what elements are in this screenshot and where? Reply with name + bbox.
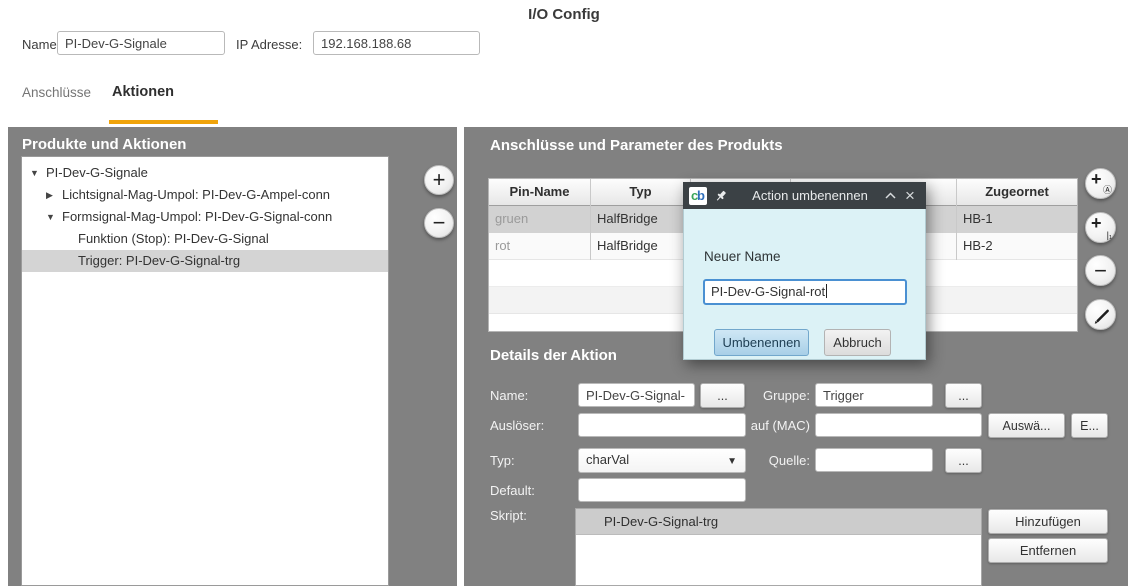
add-all-pins-button[interactable]: +Ⓐ	[1085, 168, 1116, 199]
default-label: Default:	[490, 483, 535, 498]
tree-item-product[interactable]: PI-Dev-G-Signale	[22, 162, 388, 184]
auf-mac-input[interactable]	[815, 413, 982, 437]
page-title: I/O Config	[0, 6, 1128, 23]
umbenennen-button[interactable]: Umbenennen	[714, 329, 809, 356]
neuer-name-input[interactable]: PI-Dev-G-Signal-rot	[703, 279, 907, 305]
minus-icon: −	[433, 212, 446, 234]
active-tab-underline	[109, 120, 218, 124]
details-title: Details der Aktion	[490, 347, 617, 364]
col-pin-name: Pin-Name	[489, 179, 591, 206]
close-icon: ×	[905, 186, 915, 206]
dialog-collapse-button[interactable]	[880, 186, 900, 206]
products-actions-panel: Produkte und Aktionen PI-Dev-G-Signale L…	[8, 127, 457, 586]
typ-dropdown-value: charVal	[586, 452, 629, 467]
app-logo-icon: cb	[689, 187, 707, 205]
col-typ: Typ	[591, 179, 691, 206]
pencil-icon	[1091, 305, 1111, 325]
remove-product-button[interactable]: −	[424, 208, 454, 238]
pin-icon	[714, 189, 728, 203]
default-input[interactable]	[578, 478, 746, 502]
tree-item-formsignal[interactable]: Formsignal-Mag-Umpol: PI-Dev-G-Signal-co…	[22, 206, 388, 228]
quelle-more-button[interactable]: ...	[945, 448, 982, 473]
right-panel-title: Anschlüsse und Parameter des Produkts	[490, 137, 783, 154]
text-caret	[826, 284, 827, 298]
device-name-label: Name:	[22, 37, 60, 52]
tree-item-lichtsignal[interactable]: Lichtsignal-Mag-Umpol: PI-Dev-G-Ampel-co…	[22, 184, 388, 206]
products-actions-tree: PI-Dev-G-Signale Lichtsignal-Mag-Umpol: …	[21, 156, 389, 586]
edit-pin-button[interactable]	[1085, 299, 1116, 330]
neuer-name-label: Neuer Name	[704, 249, 781, 264]
auf-mac-label: auf (MAC)	[693, 418, 810, 433]
expand-arrow-icon[interactable]	[46, 206, 55, 228]
dialog-body: Neuer Name PI-Dev-G-Signal-rot Umbenenne…	[683, 209, 926, 360]
rename-action-dialog: cb Action umbenennen × Neuer Name PI-Dev…	[683, 182, 926, 360]
entfernen-button[interactable]: Entfernen	[988, 538, 1108, 563]
chevron-up-icon	[885, 192, 896, 199]
skript-list-item[interactable]: PI-Dev-G-Signal-trg	[576, 509, 981, 535]
dialog-title: Action umbenennen	[740, 188, 880, 203]
auswaehlen-button[interactable]: Auswä...	[988, 413, 1065, 438]
hinzufuegen-button[interactable]: Hinzufügen	[988, 509, 1108, 534]
typ-label: Typ:	[490, 453, 515, 468]
collapse-arrow-icon[interactable]	[46, 184, 53, 206]
gruppe-more-button[interactable]: ...	[945, 383, 982, 408]
quelle-input[interactable]	[815, 448, 933, 472]
abbruch-button[interactable]: Abbruch	[824, 329, 891, 356]
left-panel-title: Produkte und Aktionen	[22, 136, 186, 153]
minus-icon: −	[1094, 260, 1107, 282]
tab-anschluesse[interactable]: Anschlüsse	[22, 85, 91, 100]
ip-address-input[interactable]	[313, 31, 480, 55]
col-zugeornet: Zugeornet	[957, 179, 1077, 206]
gruppe-input[interactable]	[815, 383, 933, 407]
gruppe-label: Gruppe:	[693, 388, 810, 403]
skript-list: PI-Dev-G-Signal-trg	[575, 508, 982, 586]
add-one-pin-button[interactable]: +|₁	[1085, 212, 1116, 243]
tree-item-trigger-selected[interactable]: Trigger: PI-Dev-G-Signal-trg	[22, 250, 388, 272]
dialog-close-button[interactable]: ×	[900, 186, 920, 206]
detail-name-label: Name:	[490, 388, 528, 403]
ip-address-label: IP Adresse:	[236, 37, 302, 52]
plus-a-icon: +Ⓐ	[1086, 169, 1115, 198]
e-button[interactable]: E...	[1071, 413, 1108, 438]
ausloeser-label: Auslöser:	[490, 418, 544, 433]
add-product-button[interactable]: +	[424, 165, 454, 195]
plus-icon: +	[433, 169, 446, 191]
tree-item-funktion-stop[interactable]: Funktion (Stop): PI-Dev-G-Signal	[22, 228, 388, 250]
remove-pin-button[interactable]: −	[1085, 255, 1116, 286]
expand-arrow-icon[interactable]	[30, 162, 39, 184]
device-name-input[interactable]	[57, 31, 225, 55]
plus-one-icon: +|₁	[1086, 213, 1115, 242]
quelle-label: Quelle:	[693, 453, 810, 468]
dialog-titlebar[interactable]: cb Action umbenennen ×	[683, 182, 926, 209]
skript-label: Skript:	[490, 508, 527, 523]
detail-name-input[interactable]	[578, 383, 695, 407]
tab-aktionen[interactable]: Aktionen	[112, 84, 174, 100]
